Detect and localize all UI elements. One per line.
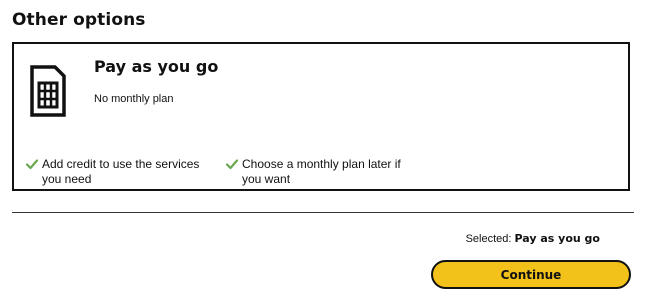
feature-text: Add credit to use the services you need (42, 157, 200, 186)
continue-button[interactable]: Continue (431, 260, 631, 289)
check-icon (26, 159, 38, 169)
section-title: Other options (12, 10, 146, 30)
plan-option-card[interactable]: Pay as you go No monthly plan Add credit… (12, 42, 630, 191)
plan-description: No monthly plan (94, 93, 174, 105)
plan-name: Pay as you go (94, 57, 219, 76)
selected-value: Pay as you go (514, 232, 600, 245)
check-icon (226, 159, 238, 169)
selected-label: Selected: (465, 233, 512, 245)
divider (12, 212, 634, 213)
selected-summary: Selected: Pay as you go (466, 232, 600, 245)
feature-item: Choose a monthly plan later if you want (226, 157, 416, 187)
feature-item: Add credit to use the services you need (26, 157, 216, 187)
feature-text: Choose a monthly plan later if you want (242, 157, 401, 186)
sim-card-icon (30, 65, 66, 117)
